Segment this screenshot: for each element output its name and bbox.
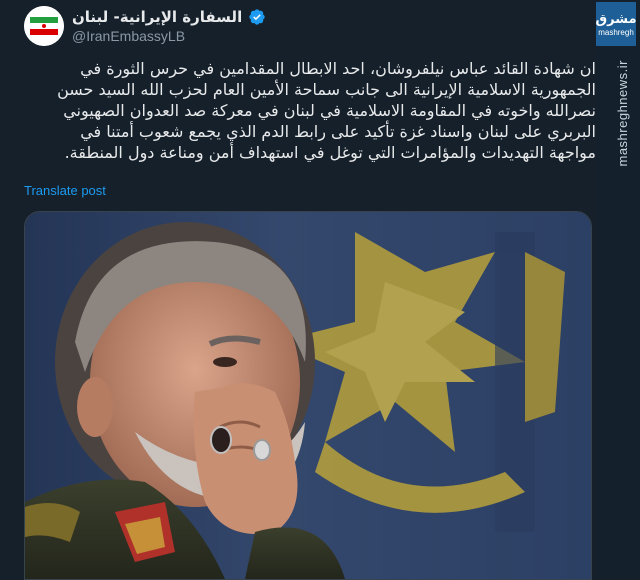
verified-badge-icon [249, 9, 265, 25]
logo-english-text: mashregh [598, 27, 634, 37]
commander-portrait-image [25, 212, 591, 579]
watermark-site-url: mashreghnews.ir [615, 60, 630, 167]
mashregh-logo: مشرق mashregh [595, 2, 637, 46]
tweet-media-photo[interactable] [24, 211, 592, 580]
tweet-text-line: البربري على لبنان واسناد غزة تأكيد على ر… [80, 122, 596, 141]
site-watermark: مشرق mashregh mashreghnews.ir [596, 0, 640, 578]
tweet-text: ان شهادة القائد عباس نيلفروشان، احد الاب… [24, 58, 596, 163]
tweet-text-line: ان شهادة القائد عباس نيلفروشان، احد الاب… [80, 59, 596, 78]
tweet-header: السفارة الإيرانية- لبنان @IranEmbassyLB [24, 4, 584, 48]
tweet-text-line: مواجهة التهديدات والمؤامرات التي توغل في… [64, 143, 596, 162]
author-avatar[interactable] [24, 6, 64, 46]
author-handle[interactable]: @IranEmbassyLB [72, 28, 185, 44]
iran-flag-avatar-icon [24, 6, 64, 46]
author-name[interactable]: السفارة الإيرانية- لبنان [72, 8, 242, 26]
tweet-text-line: الجمهورية الاسلامية الإيرانية الى جانب س… [57, 80, 596, 99]
translate-post-link[interactable]: Translate post [24, 183, 106, 198]
tweet-text-line: نصرالله واخوته في المقاومة الاسلامية في … [63, 101, 596, 120]
author-name-row: السفارة الإيرانية- لبنان [72, 6, 266, 28]
logo-arabic-text: مشرق [595, 11, 637, 27]
tweet-card: السفارة الإيرانية- لبنان @IranEmbassyLB … [0, 0, 640, 580]
